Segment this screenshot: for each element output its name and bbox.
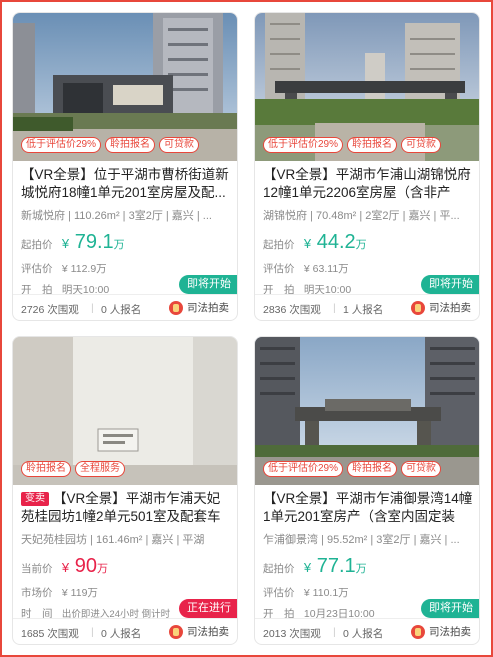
tag-signup: 聆拍报名 — [105, 137, 156, 153]
property-photo[interactable]: 聆拍报名 全程服务 — [13, 337, 237, 485]
sale-type-badge: 变卖 — [21, 492, 49, 506]
tag-below-eval: 低于评估价29% — [21, 137, 102, 153]
signup-count: 0 人报名 — [101, 628, 142, 640]
price-value: ¥ 79.1万 — [61, 231, 125, 253]
price-label: 起拍价 — [21, 239, 53, 251]
tag-list: 聆拍报名 全程服务 — [21, 461, 125, 477]
listing-title[interactable]: 【VR全景】位于平湖市曹桥街道新城悦府18幢1单元201室房屋及配... — [21, 166, 233, 202]
view-count: 2836 次围观 — [263, 304, 321, 316]
listing-details: 新城悦府 | 110.26m² | 3室2厅 | 嘉兴 | ... — [21, 210, 212, 222]
status-badge: 正在进行 — [179, 599, 237, 618]
listing-title[interactable]: 【VR全景】平湖市乍浦山湖锦悦府12幢1单元2206室房屋（含非产权... — [263, 166, 475, 202]
eval-value: ¥ 110.1万 — [303, 587, 349, 599]
listing-details: 湖锦悦府 | 70.48m² | 2室2厅 | 嘉兴 | 平... — [263, 210, 460, 222]
eval-row: 评估价 ¥ 112.9万 — [21, 261, 107, 276]
listing-details: 天妃苑桂园坊 | 161.46m² | 嘉兴 | 平湖 — [21, 534, 205, 546]
card-footer: 2836 次围观 | 1 人报名 司法拍卖 — [255, 294, 479, 320]
court-icon — [169, 624, 183, 639]
listing-title[interactable]: 【VR全景】平湖市乍浦御景湾14幢1单元201室房产（含室内固定装修） — [263, 490, 475, 526]
court-label: 司法拍卖 — [429, 626, 471, 638]
listing-title-text: 【VR全景】平湖市乍浦山湖锦悦府12幢1单元2206室房屋（含非产权... — [263, 167, 471, 200]
tag-signup: 聆拍报名 — [21, 461, 71, 477]
listing-title-text: 【VR全景】平湖市乍浦御景湾14幢1单元201室房产（含室内固定装修） — [263, 491, 473, 524]
price-row: 起拍价 ¥ 44.2万 — [263, 231, 367, 254]
tag-signup: 聆拍报名 — [347, 461, 398, 477]
eval-row: 市场价 ¥ 119万 — [21, 585, 98, 600]
tag-list: 低于评估价29% 聆拍报名 可贷款 — [263, 137, 442, 153]
price-row: 起拍价 ¥ 79.1万 — [21, 231, 125, 254]
eval-row: 评估价 ¥ 110.1万 — [263, 585, 349, 600]
listing-title-text: 【VR全景】平湖市乍浦天妃苑桂园坊1幢2单元501室及配套车库... — [21, 491, 221, 524]
property-photo[interactable]: 低于评估价29% 聆拍报名 可贷款 — [255, 13, 479, 161]
eval-label: 市场价 — [21, 587, 53, 599]
price-label: 起拍价 — [263, 239, 295, 251]
court-label: 司法拍卖 — [187, 302, 229, 314]
status-badge: 即将开始 — [179, 275, 237, 294]
price-row: 当前价 ¥ 90万 — [21, 555, 108, 578]
listing-title[interactable]: 变卖【VR全景】平湖市乍浦天妃苑桂园坊1幢2单元501室及配套车库... — [21, 490, 233, 526]
tag-loan: 可贷款 — [401, 137, 442, 153]
listing-card[interactable]: 低于评估价29% 聆拍报名 可贷款 【VR全景】位于平湖市曹桥街道新城悦府18幢… — [12, 12, 238, 321]
listing-title-text: 【VR全景】位于平湖市曹桥街道新城悦府18幢1单元201室房屋及配... — [21, 167, 229, 200]
signup-count: 0 人报名 — [101, 304, 142, 316]
status-badge: 即将开始 — [421, 599, 479, 618]
view-count: 1685 次围观 — [21, 628, 79, 640]
card-footer: 2013 次围观 | 0 人报名 司法拍卖 — [255, 618, 479, 644]
tag-loan: 可贷款 — [159, 137, 200, 153]
signup-count: 1 人报名 — [343, 304, 384, 316]
court-link[interactable]: 司法拍卖 — [411, 300, 471, 315]
divider: | — [91, 626, 94, 638]
eval-label: 评估价 — [263, 263, 295, 275]
listing-details: 乍浦御景湾 | 95.52m² | 3室2厅 | 嘉兴 | ... — [263, 534, 460, 546]
court-label: 司法拍卖 — [187, 626, 229, 638]
eval-row: 评估价 ¥ 63.11万 — [263, 261, 349, 276]
status-badge: 即将开始 — [421, 275, 479, 294]
court-link[interactable]: 司法拍卖 — [169, 300, 229, 315]
listing-card[interactable]: 聆拍报名 全程服务 变卖 【VR全景】平湖市乍浦天妃苑桂园坊1幢2单元501室及配… — [12, 336, 238, 645]
divider: | — [91, 302, 94, 314]
tag-below-eval: 低于评估价29% — [263, 137, 344, 153]
property-photo[interactable]: 低于评估价29% 聆拍报名 可贷款 — [255, 337, 479, 485]
court-link[interactable]: 司法拍卖 — [411, 624, 471, 639]
listing-card[interactable]: 低于评估价29% 聆拍报名 可贷款 【VR全景】平湖市乍浦御景湾14幢1单元20… — [254, 336, 480, 645]
card-footer: 1685 次围观 | 0 人报名 司法拍卖 — [13, 618, 237, 644]
price-row: 起拍价 ¥ 77.1万 — [263, 555, 367, 578]
court-icon — [411, 300, 425, 315]
eval-label: 评估价 — [21, 263, 53, 275]
divider: | — [333, 626, 336, 638]
listing-grid: 低于评估价29% 聆拍报名 可贷款 【VR全景】位于平湖市曹桥街道新城悦府18幢… — [12, 12, 481, 645]
tag-loan: 可贷款 — [401, 461, 442, 477]
price-value: ¥ 44.2万 — [303, 231, 367, 253]
divider: | — [333, 302, 336, 314]
eval-value: ¥ 63.11万 — [303, 263, 349, 275]
signup-count: 0 人报名 — [343, 628, 384, 640]
tag-below-eval: 低于评估价29% — [263, 461, 344, 477]
eval-value: ¥ 119万 — [61, 587, 98, 599]
tag-signup: 聆拍报名 — [347, 137, 398, 153]
price-label: 当前价 — [21, 563, 53, 575]
card-footer: 2726 次围观 | 0 人报名 司法拍卖 — [13, 294, 237, 320]
property-photo[interactable]: 低于评估价29% 聆拍报名 可贷款 — [13, 13, 237, 161]
view-count: 2726 次围观 — [21, 304, 79, 316]
court-label: 司法拍卖 — [429, 302, 471, 314]
eval-label: 评估价 — [263, 587, 295, 599]
price-value: ¥ 90万 — [61, 555, 108, 577]
tag-list: 低于评估价29% 聆拍报名 可贷款 — [21, 137, 200, 153]
view-count: 2013 次围观 — [263, 628, 321, 640]
price-label: 起拍价 — [263, 563, 295, 575]
court-link[interactable]: 司法拍卖 — [169, 624, 229, 639]
tag-list: 低于评估价29% 聆拍报名 可贷款 — [263, 461, 442, 477]
price-value: ¥ 77.1万 — [303, 555, 367, 577]
eval-value: ¥ 112.9万 — [61, 263, 107, 275]
listing-card[interactable]: 低于评估价29% 聆拍报名 可贷款 【VR全景】平湖市乍浦山湖锦悦府12幢1单元… — [254, 12, 480, 321]
tag-full-service: 全程服务 — [75, 461, 125, 477]
court-icon — [411, 624, 425, 639]
court-icon — [169, 300, 183, 315]
